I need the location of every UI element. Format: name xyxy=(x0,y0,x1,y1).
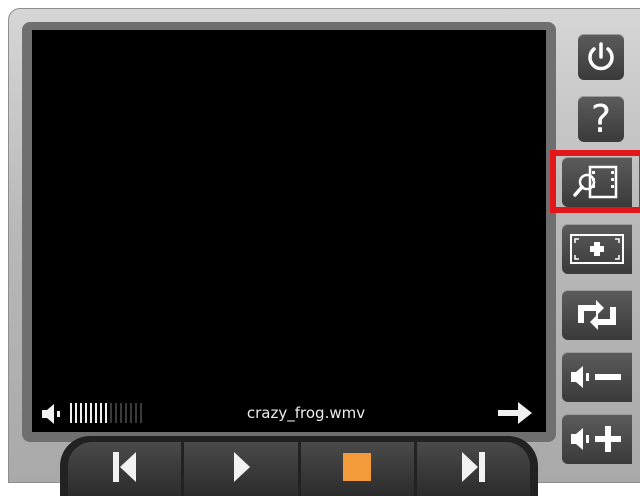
transport-bar xyxy=(60,436,538,496)
volume-down-button[interactable] xyxy=(562,352,632,402)
fullscreen-icon xyxy=(570,234,624,264)
film-search-icon xyxy=(573,165,618,199)
browse-video-button[interactable] xyxy=(562,157,632,207)
volume-level-bar xyxy=(130,403,132,423)
volume-level-bar xyxy=(95,403,97,423)
stop-icon xyxy=(343,453,372,481)
next-button[interactable] xyxy=(416,442,530,496)
volume-level-bar xyxy=(105,403,107,423)
stop-button[interactable] xyxy=(300,442,414,496)
volume-level-bar xyxy=(100,403,102,423)
volume-up-icon xyxy=(571,426,621,452)
volume-level-bar xyxy=(110,403,112,423)
volume-level-bar xyxy=(115,403,117,423)
play-button[interactable] xyxy=(184,442,298,496)
power-icon xyxy=(588,42,614,71)
previous-button[interactable] xyxy=(68,442,182,496)
volume-meter[interactable] xyxy=(70,403,142,425)
filename-label: crazy_frog.wmv xyxy=(246,404,366,422)
arrow-right-icon[interactable] xyxy=(496,400,534,426)
help-button[interactable]: ? xyxy=(578,96,624,142)
volume-level-bar xyxy=(140,403,142,423)
volume-level-bar xyxy=(75,403,77,423)
question-icon: ? xyxy=(590,97,612,141)
volume-down-icon xyxy=(571,366,621,388)
video-screen[interactable] xyxy=(32,30,546,394)
volume-level-bar xyxy=(125,403,127,423)
play-icon xyxy=(233,452,250,482)
repeat-icon xyxy=(578,300,616,330)
volume-level-bar xyxy=(90,403,92,423)
volume-level-bar xyxy=(85,403,87,423)
fullscreen-button[interactable] xyxy=(562,224,632,274)
volume-up-button[interactable] xyxy=(562,414,632,464)
volume-level-bar xyxy=(80,403,82,423)
skip-forward-icon xyxy=(462,452,486,482)
repeat-button[interactable] xyxy=(562,290,632,340)
volume-level-bar xyxy=(120,403,122,423)
volume-level-bar xyxy=(135,403,137,423)
volume-level-bar xyxy=(70,403,72,423)
skip-back-icon xyxy=(112,452,136,482)
speaker-icon[interactable] xyxy=(40,402,66,426)
power-button[interactable] xyxy=(578,34,624,80)
